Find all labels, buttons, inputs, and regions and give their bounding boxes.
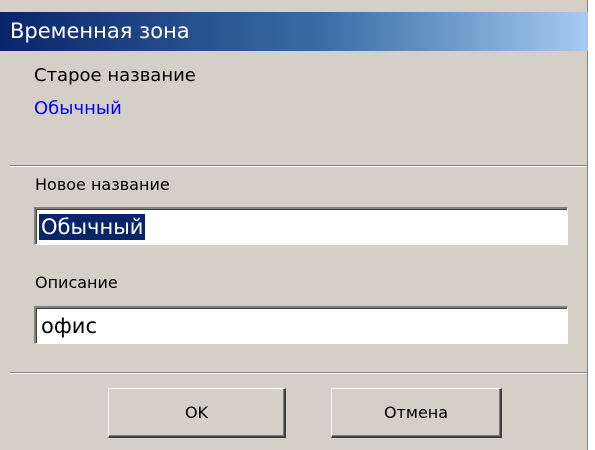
new-name-label: Новое название [35,175,170,194]
description-label: Описание [35,273,118,292]
new-name-input-value: Обычный [39,214,146,240]
top-separator [10,165,587,167]
cancel-button[interactable]: Отмена [331,388,502,438]
old-name-value: Обычный [34,98,122,119]
description-input[interactable]: офис [34,306,568,344]
time-zone-dialog: Временная зона Старое название Обычный Н… [0,0,588,450]
description-input-value: офис [41,314,97,338]
window-title: Временная зона [10,19,190,43]
old-name-label: Старое название [34,65,196,86]
ok-button[interactable]: OK [108,388,286,438]
new-name-input[interactable]: Обычный [34,207,568,245]
title-bar[interactable]: Временная зона [0,12,588,51]
bottom-separator [10,372,587,374]
